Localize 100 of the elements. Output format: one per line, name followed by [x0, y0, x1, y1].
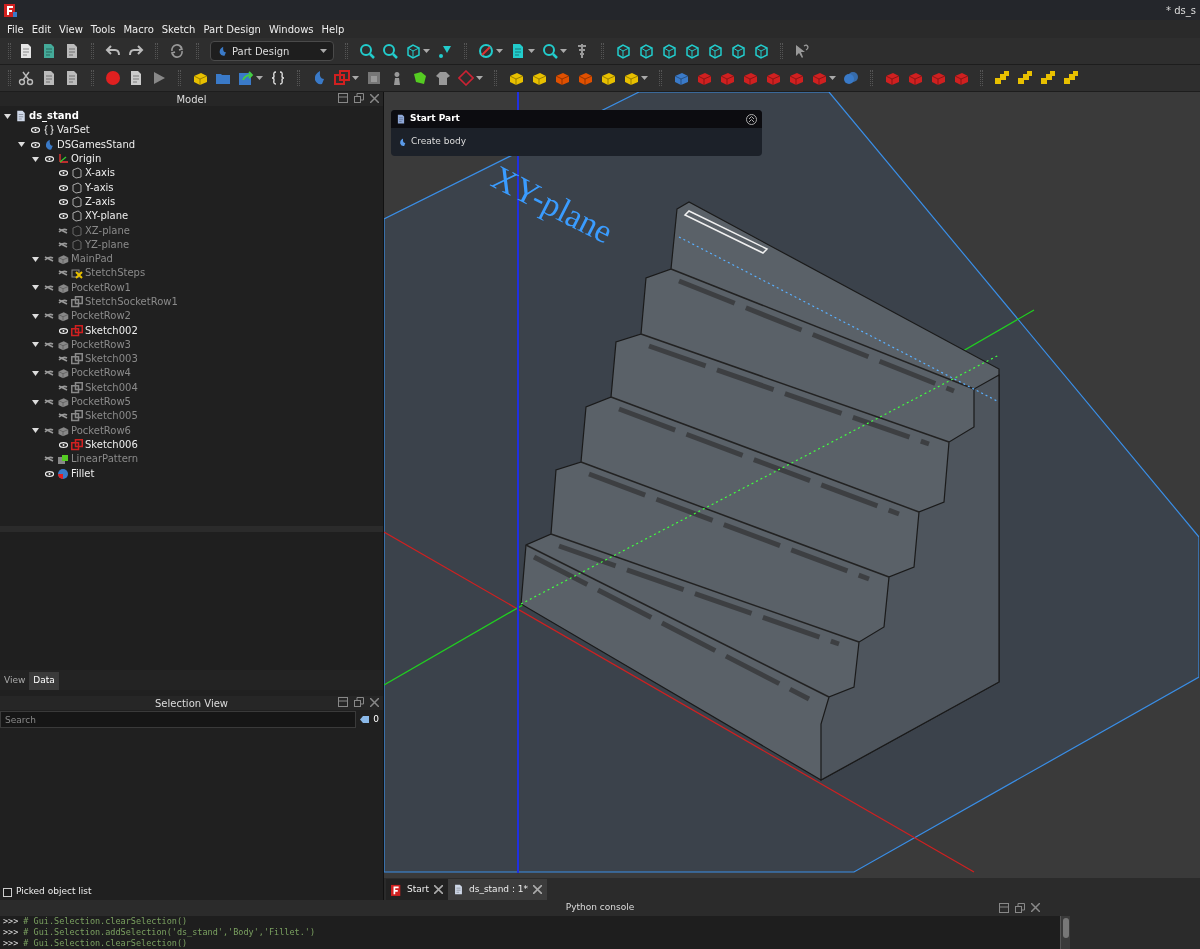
- pattern-icon[interactable]: [994, 70, 1010, 86]
- copy-icon[interactable]: [41, 70, 57, 86]
- menu-item[interactable]: Help: [317, 21, 349, 37]
- close-icon[interactable]: [370, 93, 379, 103]
- tree-item[interactable]: YZ-plane: [85, 239, 130, 250]
- record-icon[interactable]: [105, 70, 121, 86]
- checkbox-label[interactable]: Picked object list: [16, 885, 92, 899]
- tree-item[interactable]: StetchSocketRow1: [85, 297, 178, 307]
- expanded-arrow-icon[interactable]: [31, 313, 39, 319]
- expanded-arrow-icon[interactable]: [31, 428, 39, 434]
- scissors-icon[interactable]: [18, 70, 34, 86]
- document-tab[interactable]: Start: [386, 879, 448, 900]
- cube-icon[interactable]: [638, 43, 654, 59]
- python-console[interactable]: >>> # Gui.Selection.clearSelection() >>> # Gui.Selection.addSelection('ds_stand','Body','Fillet.') >>> # Gui.Selection.clearSelection(): [0, 916, 1060, 949]
- expanded-arrow-icon[interactable]: [31, 371, 39, 376]
- pin-icon[interactable]: [437, 43, 453, 59]
- diamond-icon[interactable]: [458, 70, 474, 86]
- expanded-arrow-icon[interactable]: [31, 285, 39, 291]
- tree-item[interactable]: Origin: [71, 154, 102, 165]
- shape-icon[interactable]: [412, 70, 428, 86]
- tree-item[interactable]: DSGamesStand: [57, 139, 136, 150]
- tree-item[interactable]: Sketch006: [85, 439, 138, 450]
- search-field[interactable]: Search: [0, 711, 357, 728]
- tree-item[interactable]: Sketch004: [85, 382, 138, 393]
- eye-icon[interactable]: [58, 327, 68, 334]
- zoom-icon[interactable]: [542, 43, 558, 59]
- hidden-eye-icon[interactable]: [58, 240, 68, 249]
- hidden-eye-icon[interactable]: [44, 255, 54, 264]
- caret-icon[interactable]: [829, 76, 836, 80]
- expanded-arrow-icon[interactable]: [31, 399, 39, 405]
- hidden-eye-icon[interactable]: [44, 369, 54, 378]
- eye-icon[interactable]: [58, 170, 68, 177]
- create-body-link[interactable]: Create body: [411, 135, 467, 149]
- hidden-eye-icon[interactable]: [44, 283, 54, 292]
- help-icon[interactable]: [794, 43, 810, 59]
- caret-icon[interactable]: [641, 76, 648, 80]
- eye-icon[interactable]: [58, 441, 68, 448]
- new-document-icon[interactable]: [18, 43, 34, 59]
- braces-icon[interactable]: [270, 70, 286, 86]
- tree-item[interactable]: XZ-plane: [85, 225, 130, 236]
- tree-item[interactable]: PocketRow1: [71, 282, 131, 293]
- block-icon[interactable]: [508, 70, 524, 86]
- scrollbar[interactable]: [1060, 916, 1070, 949]
- block-icon[interactable]: [600, 70, 616, 86]
- hidden-eye-icon[interactable]: [44, 426, 54, 435]
- hidden-eye-icon[interactable]: [58, 412, 68, 421]
- expanded-arrow-icon[interactable]: [31, 256, 39, 262]
- caret-icon[interactable]: [423, 49, 430, 53]
- close-icon[interactable]: [533, 885, 543, 894]
- menu-item[interactable]: View: [55, 21, 87, 37]
- dock-icon[interactable]: [338, 93, 348, 103]
- tree-item[interactable]: X-axis: [85, 168, 115, 179]
- expanded-arrow-icon[interactable]: [31, 342, 39, 348]
- expanded-arrow-icon[interactable]: [31, 156, 39, 162]
- sphere-icon[interactable]: [843, 70, 859, 86]
- workbench-dropdown[interactable]: Part Design: [210, 41, 334, 61]
- hidden-eye-icon[interactable]: [58, 383, 68, 392]
- tree-item[interactable]: Fillet: [71, 468, 95, 479]
- refresh-icon[interactable]: [169, 43, 185, 59]
- caret-icon[interactable]: [528, 49, 535, 53]
- shirt-icon[interactable]: [435, 70, 451, 86]
- sketch-icon[interactable]: [334, 70, 350, 86]
- float-icon[interactable]: [354, 93, 364, 103]
- tree-item[interactable]: LinearPattern: [71, 454, 139, 465]
- eye-icon[interactable]: [58, 198, 68, 205]
- block-icon[interactable]: [531, 70, 547, 86]
- cube-icon[interactable]: [707, 43, 723, 59]
- hidden-eye-icon[interactable]: [44, 340, 54, 349]
- property-tab[interactable]: Data: [29, 672, 59, 690]
- pattern-icon[interactable]: [1017, 70, 1033, 86]
- caret-icon[interactable]: [352, 76, 359, 80]
- cube-icon[interactable]: [753, 43, 769, 59]
- dock-icon[interactable]: [338, 697, 348, 707]
- caret-icon[interactable]: [256, 76, 263, 80]
- menu-item[interactable]: Edit: [27, 21, 56, 37]
- caret-icon[interactable]: [320, 49, 327, 53]
- block-icon[interactable]: [192, 70, 208, 86]
- block-icon[interactable]: [577, 70, 593, 86]
- tree-item[interactable]: PocketRow4: [71, 368, 131, 379]
- menu-item[interactable]: Sketch: [157, 21, 200, 37]
- tree-item[interactable]: Sketch003: [85, 354, 138, 365]
- tree-item[interactable]: MainPad: [71, 254, 113, 265]
- block-icon[interactable]: [623, 70, 639, 86]
- hidden-eye-icon[interactable]: [44, 455, 54, 464]
- hidden-eye-icon[interactable]: [44, 312, 54, 321]
- share-icon[interactable]: [238, 70, 254, 86]
- tree-item[interactable]: Sketch002: [85, 325, 138, 336]
- eye-icon[interactable]: [58, 213, 68, 220]
- expanded-arrow-icon[interactable]: [3, 113, 11, 119]
- cube-icon[interactable]: [730, 43, 746, 59]
- tab-label[interactable]: ds_stand : 1*: [469, 882, 529, 897]
- expanded-arrow-icon[interactable]: [17, 142, 25, 148]
- hidden-eye-icon[interactable]: [44, 398, 54, 407]
- menu-item[interactable]: Part Design: [199, 21, 265, 37]
- tree-item[interactable]: Y-axis: [85, 182, 114, 193]
- cube-icon[interactable]: [615, 43, 631, 59]
- close-icon[interactable]: [370, 697, 379, 707]
- document-tab[interactable]: ds_stand : 1*: [448, 879, 548, 900]
- checkbox[interactable]: [3, 887, 12, 897]
- cube-icon[interactable]: [684, 43, 700, 59]
